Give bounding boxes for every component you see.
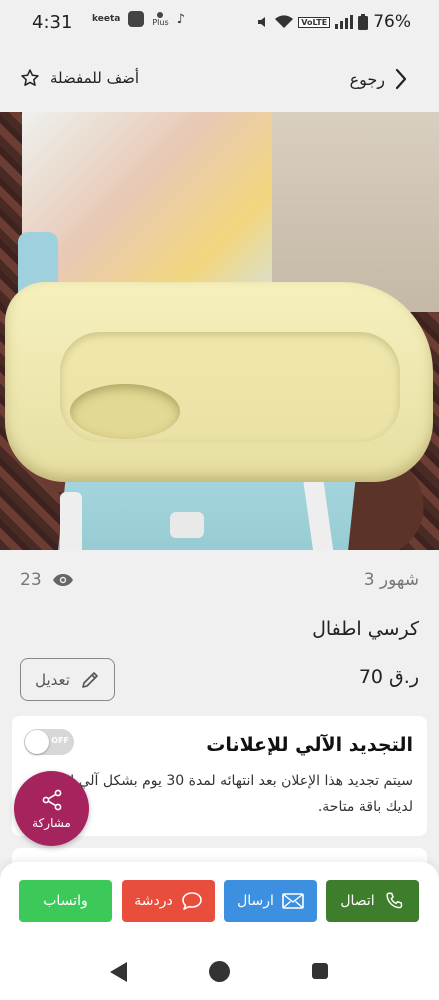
posted-time: 3 شهور xyxy=(363,570,419,590)
status-system-icons: VoLTE 76% xyxy=(256,12,411,32)
star-icon xyxy=(21,69,39,86)
status-time: 4:31 xyxy=(32,12,73,33)
auto-renew-toggle[interactable]: OFF xyxy=(24,729,74,755)
call-button[interactable]: اتصال xyxy=(326,880,419,922)
views-value: 23 xyxy=(20,570,42,590)
chat-label: دردشة xyxy=(134,893,173,909)
back-button[interactable]: رجوع xyxy=(350,68,407,90)
nav-back-icon[interactable] xyxy=(110,962,127,982)
whatsapp-label: واتساب xyxy=(43,893,88,909)
tiktok-icon: ♪ xyxy=(176,11,185,27)
edit-label: تعديل xyxy=(35,670,70,689)
contact-action-bar: واتساب دردشة ارسال اتصال xyxy=(0,862,439,950)
battery-percent: 76% xyxy=(373,12,411,32)
keeta-app-icon: keeta xyxy=(92,14,121,24)
nav-recents-icon[interactable] xyxy=(312,963,328,979)
toggle-knob xyxy=(25,730,49,754)
whatsapp-button[interactable]: واتساب xyxy=(19,880,112,922)
back-label: رجوع xyxy=(349,69,385,89)
chat-button[interactable]: دردشة xyxy=(122,880,215,922)
signal-icon xyxy=(335,15,354,29)
send-message-button[interactable]: ارسال xyxy=(224,880,317,922)
pencil-icon xyxy=(82,671,98,688)
views-count: 23 xyxy=(20,570,74,590)
share-icon xyxy=(42,789,61,810)
plus-app-icon: Plus xyxy=(152,11,169,27)
add-favorite-label: أضف للمفضلة xyxy=(50,69,140,87)
volte-badge: VoLTE xyxy=(298,16,331,28)
app-square-icon xyxy=(128,11,145,27)
call-label: اتصال xyxy=(340,893,375,909)
envelope-icon xyxy=(282,893,304,909)
eye-icon xyxy=(52,574,73,586)
listing-title: كرسي اطفال xyxy=(312,618,419,640)
send-label: ارسال xyxy=(237,893,274,909)
chat-bubble-icon xyxy=(181,892,202,910)
share-label: مشاركة xyxy=(32,815,71,830)
share-button[interactable]: مشاركة xyxy=(14,771,89,846)
listing-image-carousel[interactable] xyxy=(0,112,439,550)
edit-button[interactable]: تعديل xyxy=(20,658,115,701)
listing-price: 70 ر.ق xyxy=(358,666,419,688)
status-bar: 4:31 keeta Plus ♪ VoLTE 76% xyxy=(0,0,439,44)
listing-meta: 23 3 شهور xyxy=(20,570,419,594)
nav-home-icon[interactable] xyxy=(209,961,230,982)
top-header: أضف للمفضلة رجوع xyxy=(0,56,439,106)
chevron-right-icon xyxy=(395,68,407,90)
battery-icon xyxy=(358,14,369,30)
system-nav-bar xyxy=(0,950,439,1000)
phone-icon xyxy=(386,892,402,909)
toggle-state-label: OFF xyxy=(51,736,69,745)
wifi-icon xyxy=(275,15,294,28)
add-favorite-button[interactable]: أضف للمفضلة xyxy=(20,68,139,88)
mute-icon xyxy=(258,17,266,27)
status-app-icons: keeta Plus ♪ xyxy=(92,11,185,27)
auto-renew-title: التجديد الآلي للإعلانات xyxy=(206,734,413,756)
